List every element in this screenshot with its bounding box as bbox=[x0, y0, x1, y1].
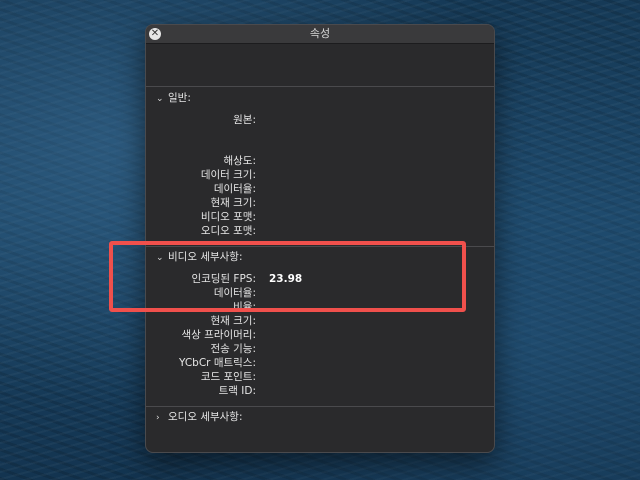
row-label: 데이터율: bbox=[213, 287, 256, 299]
section-video-toggle[interactable]: ⌄ 비디오 세부사항: bbox=[156, 250, 243, 264]
title-bar[interactable]: ✕ 속성 bbox=[146, 25, 494, 44]
row-label: 오디오 포맷: bbox=[200, 225, 256, 237]
divider bbox=[146, 86, 494, 87]
row-label: 데이터율: bbox=[213, 183, 256, 195]
divider bbox=[146, 246, 494, 247]
section-video-title: 비디오 세부사항: bbox=[168, 251, 243, 263]
row-label: 트랙 ID: bbox=[218, 385, 256, 397]
row-data-size: 데이터 크기: bbox=[146, 168, 494, 182]
chevron-right-icon: › bbox=[156, 413, 160, 423]
row-label: 비디오 포맷: bbox=[200, 211, 256, 223]
row-track-id: 트랙 ID: bbox=[146, 384, 494, 398]
window-title: 속성 bbox=[309, 27, 331, 40]
preview-area bbox=[146, 44, 494, 86]
row-label: 원본: bbox=[233, 114, 256, 126]
row-transfer-function: 전송 기능: bbox=[146, 342, 494, 356]
chevron-down-icon: ⌄ bbox=[156, 94, 164, 104]
section-general-title: 일반: bbox=[168, 92, 191, 104]
row-label: 현재 크기: bbox=[210, 197, 256, 209]
row-video-format: 비디오 포맷: bbox=[146, 210, 494, 224]
row-aspect-ratio: 비율: bbox=[146, 300, 494, 314]
properties-window: ✕ 속성 ⌄ 일반: 원본: 해상도: 데이터 크기: 데이터율: 현재 크기: … bbox=[145, 24, 495, 453]
row-color-primaries: 색상 프라이머리: bbox=[146, 328, 494, 342]
section-general-toggle[interactable]: ⌄ 일반: bbox=[156, 91, 191, 105]
row-current-size: 현재 크기: bbox=[146, 196, 494, 210]
section-audio-title: 오디오 세부사항: bbox=[168, 411, 243, 423]
row-ycbcr-matrix: YCbCr 매트릭스: bbox=[146, 356, 494, 370]
fps-value: 23.98 bbox=[269, 273, 303, 285]
row-label: 현재 크기: bbox=[210, 315, 256, 327]
row-label: 전송 기능: bbox=[210, 343, 256, 355]
row-label: YCbCr 매트릭스: bbox=[179, 357, 256, 369]
row-video-current-size: 현재 크기: bbox=[146, 314, 494, 328]
row-audio-format: 오디오 포맷: bbox=[146, 224, 494, 238]
section-audio-toggle[interactable]: › 오디오 세부사항: bbox=[156, 410, 243, 424]
row-label: 색상 프라이머리: bbox=[181, 329, 257, 341]
row-source: 원본: bbox=[146, 113, 494, 127]
row-code-point: 코드 포인트: bbox=[146, 370, 494, 384]
row-label: 해상도: bbox=[223, 155, 256, 167]
row-data-rate: 데이터율: bbox=[146, 182, 494, 196]
row-label: 비율: bbox=[233, 301, 256, 313]
row-encoded-fps: 인코딩된 FPS: 23.98 bbox=[146, 272, 494, 286]
divider bbox=[146, 406, 494, 407]
row-label: 인코딩된 FPS: bbox=[191, 273, 256, 285]
row-resolution: 해상도: bbox=[146, 154, 494, 168]
chevron-down-icon: ⌄ bbox=[156, 253, 164, 263]
row-video-data-rate: 데이터율: bbox=[146, 286, 494, 300]
row-label: 데이터 크기: bbox=[200, 169, 256, 181]
row-label: 코드 포인트: bbox=[200, 371, 256, 383]
